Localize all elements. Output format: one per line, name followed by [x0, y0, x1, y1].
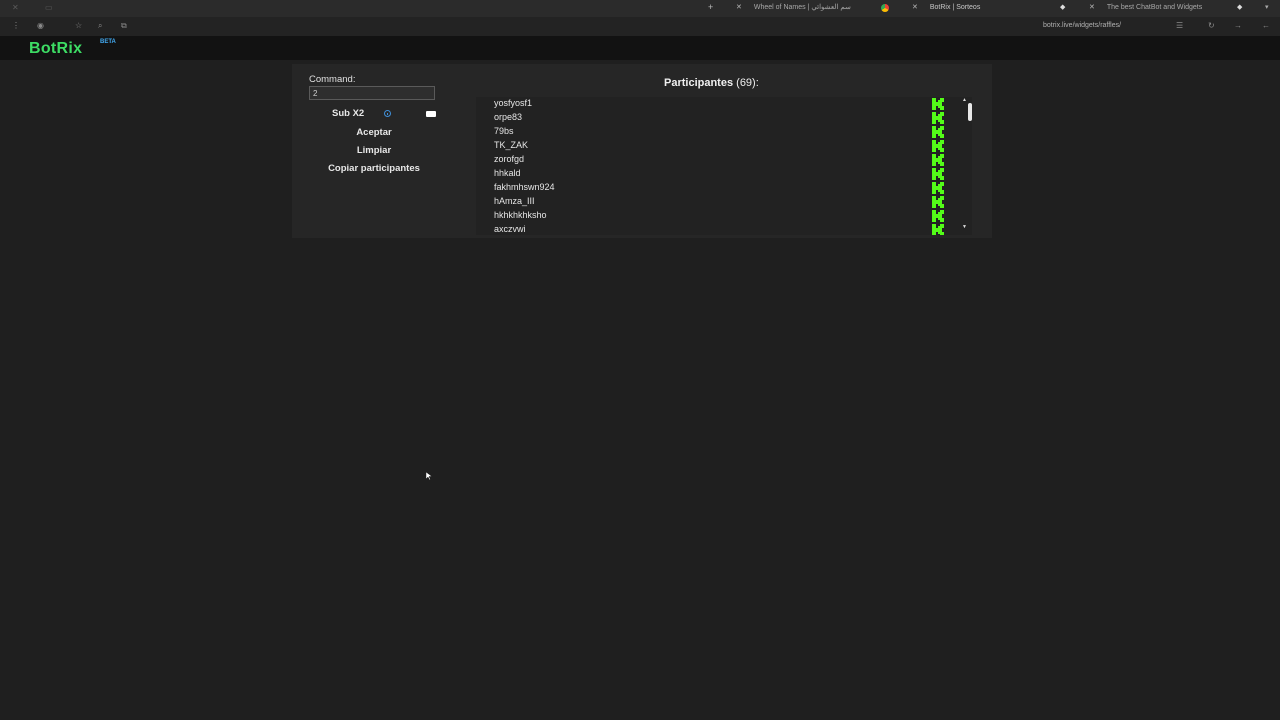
participants-count: (69):	[736, 77, 759, 89]
chrome-icon	[881, 4, 889, 12]
tab-botrix-sorteos[interactable]: ✕ BotRix | Sorteos	[912, 3, 980, 11]
tab-favicon-icon: ◆	[1060, 4, 1066, 11]
participant-name: hAmza_III	[494, 196, 535, 206]
kick-icon	[932, 224, 944, 235]
participant-name: 79bs	[494, 126, 514, 136]
close-tab-icon[interactable]: ✕	[736, 4, 742, 11]
kick-icon	[932, 98, 944, 110]
list-item: orpe83	[476, 111, 948, 125]
menu-dots-icon[interactable]: ⋮	[12, 21, 20, 30]
kick-icon	[932, 196, 944, 208]
back-icon[interactable]: ←	[1262, 21, 1270, 30]
new-tab-icon[interactable]: +	[708, 2, 713, 12]
list-item: 79bs	[476, 125, 948, 139]
kick-icon	[932, 182, 944, 194]
list-item: hAmza_III	[476, 195, 948, 209]
list-item: hhkald	[476, 167, 948, 181]
browser-tab-bar: ✕ ▭ + ✕ Wheel of Names | سم العشوائي ✕ Bot…	[0, 0, 1280, 17]
accept-button[interactable]: Aceptar	[309, 125, 439, 139]
list-item: zorofgd	[476, 153, 948, 167]
sub-multiplier-label: Sub X2	[332, 108, 365, 119]
tab-list-chevron-icon[interactable]: ▾	[1265, 3, 1269, 11]
maximize-window-icon[interactable]: ▭	[45, 3, 53, 12]
list-item: axczvwi	[476, 223, 948, 235]
participant-name: TK_ZAK	[494, 140, 529, 150]
tab-wheel-of-names[interactable]: ✕ Wheel of Names | سم العشوائي	[736, 3, 851, 11]
list-item: TK_ZAK	[476, 139, 948, 153]
reload-icon[interactable]: ↻	[1208, 21, 1215, 30]
extension-icon[interactable]: ⧉	[121, 21, 127, 31]
mouse-cursor-icon	[426, 472, 432, 480]
close-tab-icon[interactable]: ✕	[1089, 4, 1095, 11]
kick-icon	[932, 140, 944, 152]
participant-name: zorofgd	[494, 154, 525, 164]
clear-button[interactable]: Limpiar	[309, 143, 439, 157]
raffle-widget: Command: Sub X2 Aceptar Limpiar Copiar p…	[292, 64, 992, 238]
kick-icon	[932, 168, 944, 180]
kick-icon	[932, 154, 944, 166]
bookmark-star-icon[interactable]: ☆	[75, 21, 82, 30]
list-scrollbar[interactable]: ▲ ▼	[952, 97, 972, 235]
tab-botrix-chatbot[interactable]: ✕ The best ChatBot and Widgets	[1089, 3, 1202, 11]
site-header: BotRix BETA	[0, 36, 1280, 60]
participant-name: axczvwi	[494, 224, 526, 234]
participants-title: Participantes (69):	[664, 77, 759, 89]
close-tab-icon[interactable]: ✕	[912, 4, 918, 11]
participant-name: orpe83	[494, 112, 523, 122]
command-label: Command:	[309, 74, 356, 85]
address-bar[interactable]: botrix.live/widgets/raffles/	[1043, 22, 1121, 29]
list-item: hkhkhkhksho	[476, 209, 948, 223]
tab-favicon-icon: ◆	[1237, 4, 1243, 11]
site-settings-icon[interactable]: ☰	[1176, 21, 1183, 30]
kick-icon	[932, 112, 944, 124]
forward-icon[interactable]: →	[1234, 21, 1242, 30]
command-input[interactable]	[309, 86, 435, 100]
participant-name: yosfyosf1	[494, 98, 533, 108]
close-window-icon[interactable]: ✕	[12, 3, 19, 12]
beta-badge: BETA	[100, 39, 116, 45]
zoom-icon[interactable]: ⌕	[98, 21, 102, 31]
scroll-up-icon[interactable]: ▲	[962, 97, 967, 103]
participant-name: hkhkhkhksho	[494, 210, 547, 220]
kick-icon	[932, 210, 944, 222]
participant-name: fakhmhswn924	[494, 182, 555, 192]
sub-multiplier-toggle[interactable]	[426, 111, 436, 117]
botrix-logo[interactable]: BotRix	[29, 40, 82, 58]
participants-list[interactable]: yosfyosf1 orpe83 79bs TK_ZAK zorofgd hhk…	[476, 97, 972, 235]
list-item: fakhmhswn924	[476, 181, 948, 195]
scroll-down-icon[interactable]: ▼	[962, 224, 967, 230]
participant-name: hhkald	[494, 168, 521, 178]
participants-label: Participantes	[664, 77, 734, 89]
eye-icon[interactable]: ◉	[37, 21, 44, 30]
scrollbar-thumb[interactable]	[968, 103, 972, 121]
list-item: yosfyosf1	[476, 97, 948, 111]
info-icon[interactable]	[384, 110, 391, 117]
kick-icon	[932, 126, 944, 138]
copy-participants-button[interactable]: Copiar participantes	[309, 161, 439, 175]
browser-toolbar: ⋮ ◉ ☆ ⌕ ⧉ botrix.live/widgets/raffles/ ☰…	[0, 17, 1280, 36]
